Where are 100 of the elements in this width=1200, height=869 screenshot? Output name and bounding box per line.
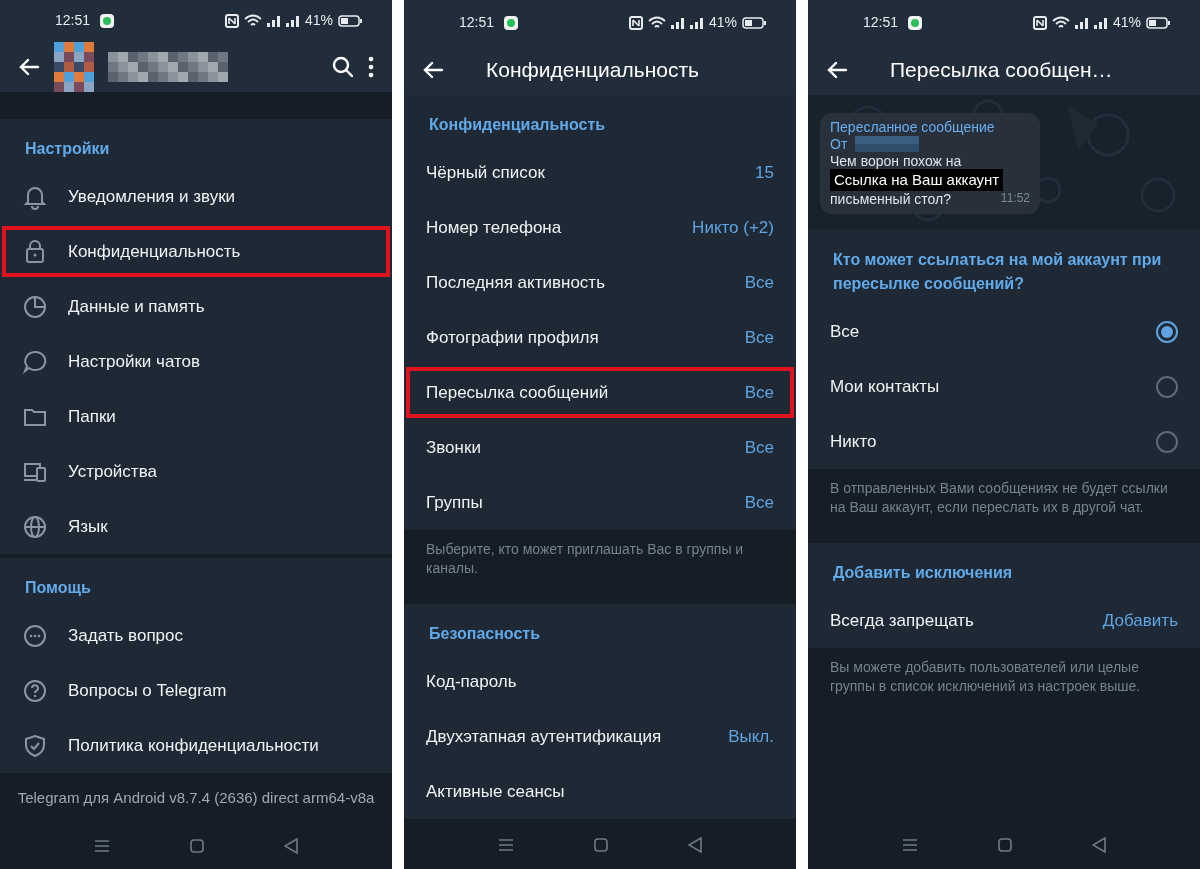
item-value: Все xyxy=(744,381,774,404)
settings-item[interactable]: Конфиденциальность xyxy=(0,224,392,280)
more-options-icon[interactable] xyxy=(368,55,374,78)
item-label: Политика конфиденциальности xyxy=(68,735,319,757)
question-icon xyxy=(22,677,48,704)
item-label: Номер телефона xyxy=(426,216,562,239)
radio-option[interactable]: Мои контакты xyxy=(808,359,1200,414)
settings-item[interactable]: Номер телефона Никто (+2) xyxy=(404,200,796,255)
hint-text: Выберите, кто может приглашать Вас в группы и каналы. xyxy=(425,540,745,578)
menu-icon[interactable] xyxy=(94,839,110,854)
home-square-icon[interactable] xyxy=(594,837,608,852)
settings-item[interactable]: Чёрный список 15 xyxy=(404,145,796,200)
item-label: Двухэтапная аутентификация xyxy=(426,725,662,748)
message-text: письменный стол? xyxy=(830,191,952,209)
clock-time: 12:51 xyxy=(459,13,495,32)
signal-icon xyxy=(1093,16,1108,29)
radio-option[interactable]: Все xyxy=(808,304,1200,359)
item-label: Задать вопрос xyxy=(68,625,183,647)
settings-item[interactable]: Фотографии профиля Все xyxy=(404,310,796,365)
from-label: От xyxy=(830,135,848,153)
search-icon[interactable] xyxy=(332,55,354,78)
app-notification-icon xyxy=(908,15,923,30)
hint-text: В отправленных Вами сообщениях не будет ссылки на Ваш аккаунт, если переслать их в другой чат. xyxy=(829,479,1169,517)
item-value: Выкл. xyxy=(728,725,774,748)
back-triangle-icon[interactable] xyxy=(688,836,702,853)
item-label: Группы xyxy=(426,491,483,514)
item-label: Уведомления и звуки xyxy=(68,186,236,208)
item-value: 15 xyxy=(755,161,774,184)
back-arrow-icon[interactable] xyxy=(826,59,848,81)
screen-title: Пересылка сообщен… xyxy=(890,57,1113,84)
settings-item[interactable]: Вопросы о Telegram xyxy=(0,663,392,719)
radio-button[interactable] xyxy=(1156,375,1178,398)
chat-bubble-icon xyxy=(22,348,48,375)
settings-item[interactable]: Уведомления и звуки xyxy=(0,169,392,225)
settings-item[interactable]: Двухэтапная аутентификация Выкл. xyxy=(404,708,796,764)
menu-icon[interactable] xyxy=(902,837,918,852)
item-label: Настройки чатов xyxy=(68,351,201,373)
settings-item[interactable]: Политика конфиденциальности xyxy=(0,718,392,774)
forwarded-label: Пересланное сообщение xyxy=(830,119,996,136)
settings-item[interactable]: Настройки чатов xyxy=(0,334,392,390)
clock-time: 12:51 xyxy=(55,11,91,31)
section-heading: Конфиденциальность xyxy=(428,115,607,135)
settings-item[interactable]: Язык xyxy=(0,499,392,555)
hint-text: Вы можете добавить пользователей или целые группы в список исключений из настроек выше. xyxy=(829,657,1142,696)
item-label: Вопросы о Telegram xyxy=(68,680,227,702)
battery-icon xyxy=(1146,16,1170,29)
home-square-icon[interactable] xyxy=(190,839,204,854)
home-square-icon[interactable] xyxy=(998,837,1012,852)
nfc-icon xyxy=(224,13,239,28)
menu-icon[interactable] xyxy=(498,837,514,852)
item-label: Язык xyxy=(68,516,108,538)
item-label: Конфиденциальность xyxy=(68,241,241,263)
wifi-icon xyxy=(647,15,666,30)
item-label: Всегда запрещать xyxy=(830,609,974,632)
battery-percentage: 41% xyxy=(304,11,333,31)
settings-item[interactable]: Последняя активность Все xyxy=(404,255,796,310)
item-value: Все xyxy=(744,271,774,294)
back-arrow-icon[interactable] xyxy=(422,59,444,81)
item-label: Код-пароль xyxy=(426,670,517,693)
radio-option[interactable]: Никто xyxy=(808,414,1200,469)
settings-item[interactable]: Пересылка сообщений Все xyxy=(404,365,796,420)
settings-item[interactable]: Звонки Все xyxy=(404,420,796,475)
item-label: Данные и память xyxy=(68,296,205,318)
battery-percentage: 41% xyxy=(708,13,737,32)
shield-check-icon xyxy=(22,732,48,759)
nfc-icon xyxy=(628,15,643,30)
item-label: Звонки xyxy=(426,436,481,459)
settings-item[interactable]: Группы Все xyxy=(404,475,796,530)
chat-dots-icon xyxy=(22,622,48,649)
section-heading: Настройки xyxy=(24,139,111,160)
section-heading: Кто может ссылаться на мой аккаунт при пересылке сообщений? xyxy=(832,250,1163,294)
radio-button[interactable] xyxy=(1156,430,1178,453)
settings-item[interactable]: Активные сеансы xyxy=(404,763,796,819)
back-triangle-icon[interactable] xyxy=(284,838,298,855)
message-time: 11:52 xyxy=(1000,191,1030,208)
app-notification-icon xyxy=(504,15,519,30)
pie-chart-icon xyxy=(22,293,48,320)
settings-item[interactable]: Всегда запрещать Добавить xyxy=(808,592,1200,648)
option-label: Все xyxy=(830,320,860,343)
globe-icon xyxy=(22,513,48,540)
back-triangle-icon[interactable] xyxy=(1092,836,1106,853)
settings-item[interactable]: Задать вопрос xyxy=(0,608,392,664)
radio-button[interactable] xyxy=(1156,320,1178,343)
item-label: Фотографии профиля xyxy=(426,326,599,349)
message-text: Чем ворон похож на xyxy=(830,152,963,170)
wifi-icon xyxy=(1051,15,1070,30)
item-value: Никто (+2) xyxy=(692,216,774,239)
settings-item[interactable]: Папки xyxy=(0,389,392,445)
item-label: Пересылка сообщений xyxy=(426,381,609,404)
clock-time: 12:51 xyxy=(863,13,899,32)
pixelated-avatar xyxy=(54,41,94,92)
signal-icon xyxy=(689,16,704,29)
item-value: Все xyxy=(744,491,774,514)
option-label: Мои контакты xyxy=(830,375,940,398)
section-heading: Безопасность xyxy=(428,623,541,644)
settings-item[interactable]: Данные и память xyxy=(0,279,392,335)
section-heading: Помощь xyxy=(24,578,92,599)
battery-percentage: 41% xyxy=(1112,13,1141,32)
settings-item[interactable]: Код-пароль xyxy=(404,653,796,709)
settings-item[interactable]: Устройства xyxy=(0,444,392,500)
